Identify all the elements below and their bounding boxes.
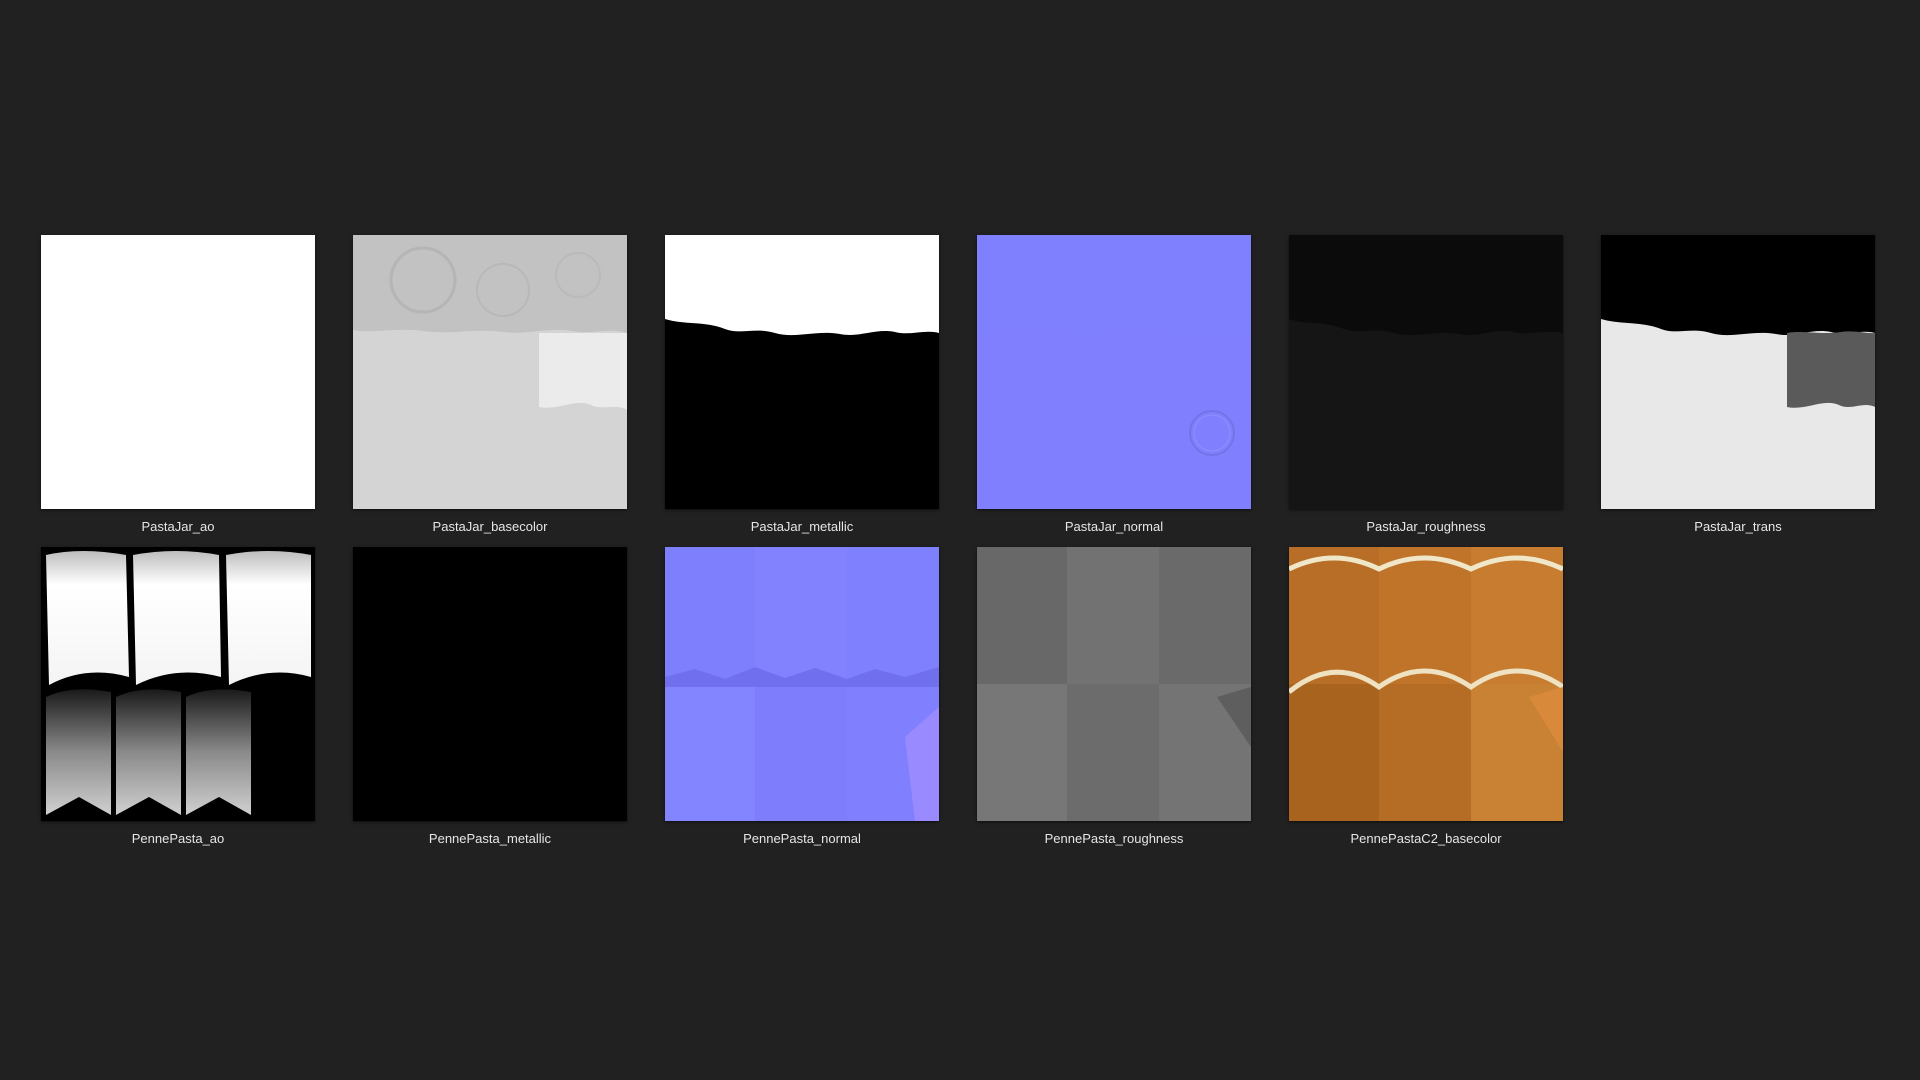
thumbnail-pennepasta-normal[interactable]: PennePasta_normal [624,547,939,859]
thumbnail-label: PastaJar_trans [1694,519,1782,534]
penne-ao-thumbnail [41,547,315,821]
thumbnail-label: PastaJar_normal [1064,519,1164,534]
thumbnail-label: PennePasta_roughness [1044,831,1184,846]
thumbnail-pastajar-metallic[interactable]: PastaJar_metallic [624,235,939,547]
thumbnail-pastajar-basecolor[interactable]: PastaJar_basecolor [312,235,627,547]
thumbnail-pennepastac2-basecolor[interactable]: PennePastaC2_basecolor [1248,547,1563,859]
grey-basecolor-thumbnail [353,235,627,509]
thumbnail-pastajar-ao[interactable]: PastaJar_ao [0,235,315,547]
thumbnail-label: PennePasta_normal [743,831,861,846]
texture-thumbnail-grid: PastaJar_ao PastaJar_basecolor PastaJar_… [0,0,1920,1080]
thumbnail-pennepasta-roughness[interactable]: PennePasta_roughness [936,547,1251,859]
thumbnail-label: PennePastaC2_basecolor [1350,831,1502,846]
penne-normal-map-thumbnail [665,547,939,821]
thumbnail-label: PastaJar_roughness [1366,519,1486,534]
grey-roughness-thumbnail [977,547,1251,821]
translucency-map-thumbnail [1601,235,1875,509]
thumbnail-pastajar-trans[interactable]: PastaJar_trans [1560,235,1875,547]
thumbnail-pennepasta-ao[interactable]: PennePasta_ao [0,547,315,859]
orange-pasta-basecolor-thumbnail [1289,547,1563,821]
thumbnail-pennepasta-metallic[interactable]: PennePasta_metallic [312,547,627,859]
white-map-thumbnail [41,235,315,509]
thumbnail-label: PennePasta_metallic [428,831,552,846]
black-metallic-thumbnail [353,547,627,821]
blue-normal-map-thumbnail [977,235,1251,509]
thumbnail-pastajar-roughness[interactable]: PastaJar_roughness [1248,235,1563,547]
thumbnail-label: PastaJar_ao [141,519,215,534]
thumbnail-label: PennePasta_ao [131,831,225,846]
dark-roughness-thumbnail [1289,235,1563,509]
thumbnail-pastajar-normal[interactable]: PastaJar_normal [936,235,1251,547]
thumbnail-label: PastaJar_basecolor [432,519,548,534]
black-white-metallic-thumbnail [665,235,939,509]
thumbnail-label: PastaJar_metallic [750,519,854,534]
